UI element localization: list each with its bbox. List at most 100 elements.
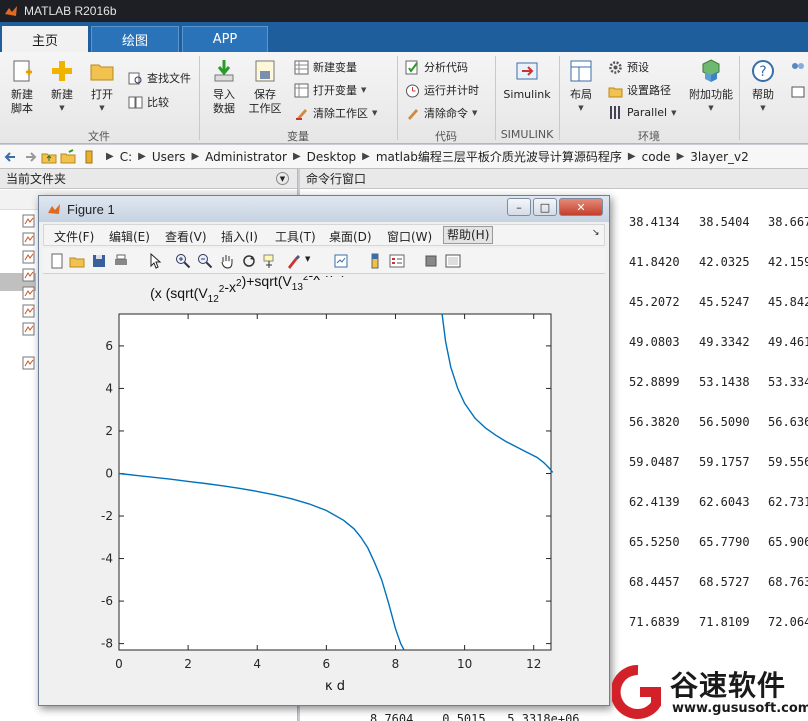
minimize-button[interactable]: – xyxy=(507,198,531,216)
breadcrumb-item[interactable]: matlab编程三层平板介质光波导计算源码程序 xyxy=(376,148,622,165)
rotate-3d-icon[interactable] xyxy=(241,253,257,269)
tab-home[interactable]: 主页 xyxy=(2,26,88,52)
clear-workspace-button[interactable]: 清除工作区 ▼ xyxy=(294,105,377,121)
simulink-button[interactable]: Simulink xyxy=(501,58,553,102)
y-tick-label: -8 xyxy=(101,637,113,651)
save-workspace-button[interactable]: 保存 工作区 xyxy=(248,58,282,116)
link-plot-icon[interactable] xyxy=(333,253,349,269)
open-button[interactable]: 打开 ▼ xyxy=(86,58,118,112)
chevron-down-icon: ▼ xyxy=(59,104,65,112)
current-folder-address-bar: ▶ C: ▶ Users ▶ Administrator ▶ Desktop ▶… xyxy=(0,145,808,169)
menu-insert[interactable]: 插入(I) xyxy=(221,228,258,245)
add-ons-icon xyxy=(702,59,720,82)
request-support-icon[interactable] xyxy=(790,84,806,100)
chevron-down-icon: ▼ xyxy=(361,86,367,94)
clear-workspace-icon xyxy=(296,108,307,120)
plot-area[interactable]: (x (sqrt(V122-x2)+sqrt(V132-x2))/(x2-sqr… xyxy=(43,231,605,704)
open-variable-button[interactable]: 打开变量 ▼ xyxy=(294,82,366,98)
zoom-out-icon[interactable] xyxy=(197,253,213,269)
new-variable-button[interactable]: 新建变量 xyxy=(294,59,357,75)
breadcrumb-item[interactable]: C: xyxy=(120,150,132,164)
pointer-icon[interactable] xyxy=(147,253,163,269)
clear-commands-button[interactable]: 清除命令 ▼ xyxy=(405,105,477,121)
new-script-button[interactable]: 新建 脚本 xyxy=(6,58,38,116)
maximize-button[interactable]: □ xyxy=(533,198,557,216)
compare-button[interactable]: 比较 xyxy=(128,94,169,110)
line-chart[interactable]: (x (sqrt(V122-x2)+sqrt(V132-x2))/(x2-sqr… xyxy=(43,231,605,704)
m-file-icon[interactable] xyxy=(22,268,36,282)
menu-tools[interactable]: 工具(T) xyxy=(275,228,316,245)
window-title: MATLAB R2016b xyxy=(24,4,117,18)
up-folder-icon[interactable] xyxy=(41,149,57,165)
hide-plot-tools-icon[interactable] xyxy=(423,253,439,269)
m-file-icon[interactable] xyxy=(22,232,36,246)
save-icon[interactable] xyxy=(91,253,107,269)
menu-help[interactable]: 帮助(H) xyxy=(443,226,494,244)
figure-window[interactable]: Figure 1 – □ ✕ 文件(F) 编辑(E) 查看(V) 插入(I) 工… xyxy=(38,195,610,706)
run-and-time-button[interactable]: 运行并计时 xyxy=(405,82,479,98)
menu-desktop[interactable]: 桌面(D) xyxy=(329,228,372,245)
breadcrumb-item[interactable]: Desktop xyxy=(307,150,357,164)
panel-options-icon[interactable]: ▼ xyxy=(276,172,289,185)
find-files-button[interactable]: 查找文件 xyxy=(128,70,191,86)
preferences-button[interactable]: 预设 xyxy=(608,59,649,75)
y-tick-label: 6 xyxy=(105,339,113,353)
current-folder-header: 当前文件夹 ▼ xyxy=(0,169,297,189)
show-plot-tools-icon[interactable] xyxy=(445,253,461,269)
legend-icon[interactable] xyxy=(389,253,405,269)
m-file-icon[interactable] xyxy=(22,214,36,228)
compare-icon xyxy=(128,96,143,108)
watermark-brand: 谷速软件 xyxy=(670,669,787,702)
menu-edit[interactable]: 编辑(E) xyxy=(109,228,150,245)
parallel-button[interactable]: Parallel ▼ xyxy=(608,105,676,120)
help-button[interactable]: ? 帮助 ▼ xyxy=(748,58,778,112)
forward-arrow-icon[interactable] xyxy=(22,149,38,165)
layout-icon xyxy=(570,60,592,82)
breadcrumb-item[interactable]: Users xyxy=(152,150,186,164)
import-data-button[interactable]: 导入 数据 xyxy=(208,58,240,116)
colorbar-icon[interactable] xyxy=(367,253,383,269)
close-button[interactable]: ✕ xyxy=(559,198,603,216)
m-file-icon[interactable] xyxy=(22,250,36,264)
breadcrumb-item[interactable]: code xyxy=(642,150,671,164)
m-file-icon[interactable] xyxy=(22,322,36,336)
command-output-bottom-line: 8.7604 0.5015 5.3318e+06 xyxy=(370,712,580,721)
print-icon[interactable] xyxy=(113,253,129,269)
open-file-icon[interactable] xyxy=(69,253,85,269)
brush-icon[interactable] xyxy=(285,253,301,269)
set-path-button[interactable]: 设置路径 xyxy=(608,82,671,98)
gear-icon xyxy=(609,60,622,74)
new-button[interactable]: 新建 ▼ xyxy=(46,58,78,112)
m-file-icon[interactable] xyxy=(22,356,36,370)
m-file-icon[interactable] xyxy=(22,286,36,300)
zoom-in-icon[interactable] xyxy=(175,253,191,269)
axes-box xyxy=(118,313,552,651)
help-icon: ? xyxy=(752,60,774,82)
breadcrumb-item[interactable]: 3layer_v2 xyxy=(690,150,748,164)
menu-window[interactable]: 窗口(W) xyxy=(387,228,432,245)
chevron-down-icon[interactable]: ▼ xyxy=(305,255,310,263)
m-file-icon[interactable] xyxy=(22,304,36,318)
menu-dock-icon[interactable]: ↘ xyxy=(592,228,600,238)
menu-file[interactable]: 文件(F) xyxy=(54,228,94,245)
add-ons-button[interactable]: 附加功能 ▼ xyxy=(688,58,734,112)
back-arrow-icon[interactable] xyxy=(3,149,19,165)
tab-apps[interactable]: APP xyxy=(182,26,268,52)
file-group-label: 文件 xyxy=(88,130,110,143)
data-cursor-icon[interactable] xyxy=(263,253,279,269)
community-icon[interactable] xyxy=(790,60,806,76)
pan-hand-icon[interactable] xyxy=(219,253,235,269)
analyze-code-icon xyxy=(405,60,418,74)
menu-view[interactable]: 查看(V) xyxy=(165,228,207,245)
run-and-time-icon xyxy=(406,84,419,97)
layout-button[interactable]: 布局 ▼ xyxy=(566,58,596,112)
code-group-label: 代码 xyxy=(435,130,457,143)
analyze-code-button[interactable]: 分析代码 xyxy=(405,59,468,75)
clear-commands-icon xyxy=(408,108,418,120)
x-tick-label: 4 xyxy=(253,657,261,671)
breadcrumb-item[interactable]: Administrator xyxy=(205,150,287,164)
tab-plots[interactable]: 绘图 xyxy=(91,26,179,52)
browse-folder-icon[interactable] xyxy=(60,148,76,165)
watermark: 谷速软件 www.gususoft.com xyxy=(610,660,808,721)
new-figure-icon[interactable] xyxy=(49,253,65,269)
